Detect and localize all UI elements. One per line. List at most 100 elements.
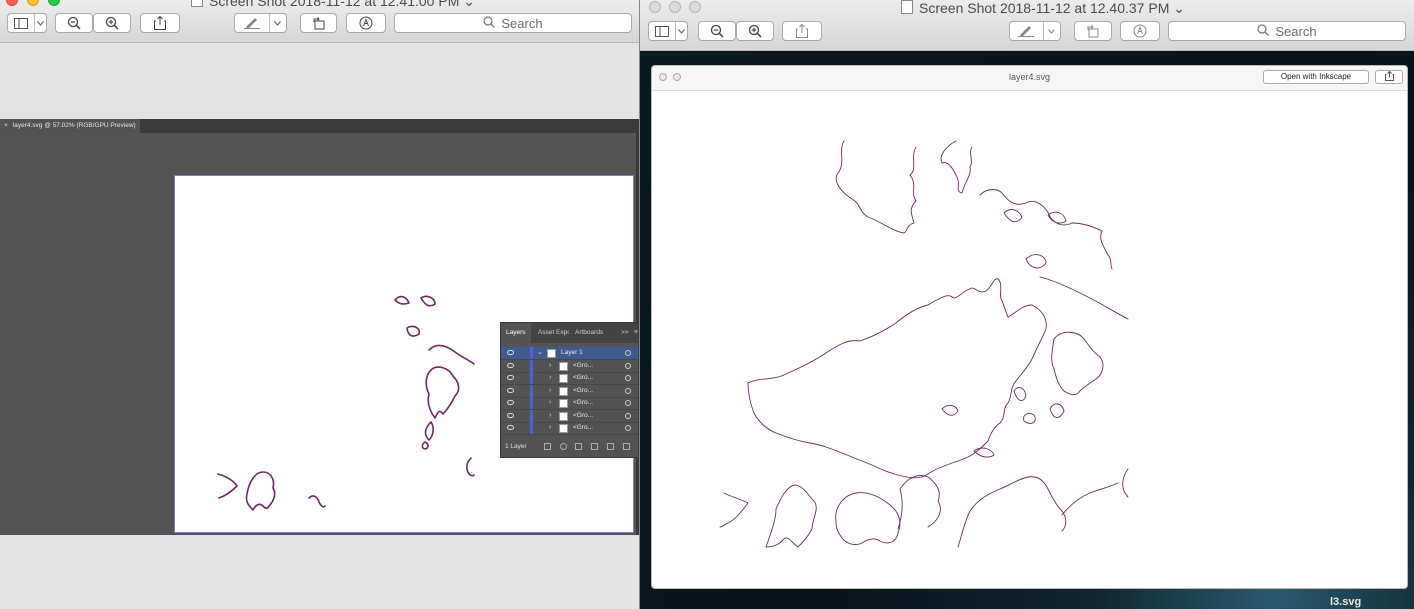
sidebar-toggle-button[interactable] [7,13,47,33]
panel-expand-icon[interactable]: >> [621,323,629,343]
visibility-eye-icon[interactable] [507,400,514,405]
target-circle-icon[interactable] [625,412,631,419]
group-row[interactable]: › <Gro... [501,384,638,398]
artwork-path [217,473,238,499]
minimize-window-button[interactable] [669,1,681,13]
document-tab[interactable]: × layer4.svg @ 57.02% (RGB/GPU Preview) [0,119,140,133]
artwork-path [765,484,817,548]
zoom-out-button[interactable] [55,13,93,33]
artwork-path [406,325,421,337]
visibility-eye-icon[interactable] [507,425,514,430]
quicklook-header: layer4.svg Open with Inkscape [652,66,1407,91]
window-title-text: Screen Shot 2018-11-12 at 12.41.00 PM [209,0,460,9]
artwork-path [1023,412,1036,424]
annotate-button[interactable] [1120,21,1160,41]
visibility-eye-icon[interactable] [507,350,514,355]
artwork-path [245,471,276,511]
zoom-out-button[interactable] [698,21,736,41]
artwork-path [835,140,917,234]
svg-preview-artwork [719,140,1129,548]
zoom-window-button[interactable] [48,0,60,6]
group-row[interactable]: › <Gro... [501,409,638,423]
layer-color-bar [530,384,533,397]
layer-row[interactable]: ⌄ Layer 1 [501,347,638,360]
chevron-down-icon [33,14,46,32]
search-input[interactable]: Search [394,13,632,33]
rotate-button[interactable] [1074,21,1112,41]
visibility-eye-icon[interactable] [507,375,514,380]
target-circle-icon[interactable] [625,362,631,369]
sidebar-toggle-button[interactable] [648,21,688,41]
layers-panel-tabs: Layers Asset Expo Artboards >> ≡ [501,323,638,343]
annotate-icon [1133,24,1147,38]
chevron-down-icon[interactable]: ⌄ [537,349,543,357]
tab-layers[interactable]: Layers [501,323,531,343]
target-circle-icon[interactable] [625,387,631,394]
search-placeholder: Search [1275,23,1317,39]
chevron-right-icon[interactable]: › [549,387,551,395]
markup-button[interactable] [234,13,287,33]
chevron-right-icon[interactable]: › [549,362,551,370]
annotate-button[interactable] [346,13,386,33]
group-row[interactable]: › <Gro... [501,397,638,410]
rotate-button[interactable] [300,13,337,33]
minimize-window-button[interactable] [27,0,39,6]
left-preview-window: Screen Shot 2018-11-12 at 12.41.00 PM ⌄ [0,0,639,609]
open-with-inkscape-button[interactable]: Open with Inkscape [1263,70,1369,84]
layer-thumbnail [547,349,556,358]
quicklook-close-button[interactable] [659,73,667,81]
zoom-window-button[interactable] [689,1,701,13]
search-placeholder: Search [501,15,543,31]
group-row[interactable]: › <Gro... [501,359,638,373]
markup-button[interactable] [1009,21,1061,41]
target-circle-icon[interactable] [625,425,631,431]
new-sublayer-icon[interactable] [591,443,598,450]
close-window-button[interactable] [649,1,661,13]
chevron-down-icon [1042,22,1060,40]
clipping-mask-icon[interactable] [575,443,582,450]
chevron-right-icon[interactable]: › [549,424,551,432]
window-title-text: Screen Shot 2018-11-12 at 12.40.37 PM [919,0,1170,16]
layer-name: <Gro... [573,424,594,431]
svg-preview[interactable] [652,91,1407,588]
target-circle-icon[interactable] [625,350,631,356]
annotate-icon [359,16,373,30]
layer-thumbnail [559,386,568,396]
share-button[interactable] [140,13,180,33]
chevron-right-icon[interactable]: › [549,412,551,420]
search-icon [1257,23,1270,39]
tab-artboards[interactable]: Artboards [575,323,611,343]
chevron-down-icon [268,14,286,32]
chevron-right-icon[interactable]: › [549,374,551,382]
zoom-in-button[interactable] [93,13,131,33]
quicklook-share-button[interactable] [1375,70,1403,84]
artwork-path [1122,468,1129,498]
trash-icon[interactable] [623,443,630,450]
target-circle-icon[interactable] [625,400,631,406]
group-row[interactable]: › <Gro... [501,372,638,385]
search-input[interactable]: Search [1168,21,1406,41]
visibility-eye-icon[interactable] [507,362,514,368]
layer-thumbnail [559,399,568,408]
chevron-right-icon[interactable]: › [549,399,551,407]
locate-object-icon[interactable] [560,443,567,450]
new-layer-icon[interactable] [607,443,614,450]
export-icon[interactable] [544,443,551,450]
artwork-path [466,457,475,477]
share-button[interactable] [782,21,822,41]
quicklook-fullscreen-button[interactable] [673,73,681,81]
zoom-in-button[interactable] [736,21,774,41]
artwork-path [940,140,973,194]
share-icon [796,24,808,38]
visibility-eye-icon[interactable] [507,412,514,418]
layers-panel: Layers Asset Expo Artboards >> ≡ ⌄ Layer … [500,322,639,458]
target-circle-icon[interactable] [625,375,631,381]
visibility-eye-icon[interactable] [507,387,514,393]
artwork-path [394,295,410,305]
artwork-path [973,447,995,458]
tab-asset-export[interactable]: Asset Expo [538,323,569,343]
group-row[interactable]: › <Gro... [501,422,638,435]
panel-menu-icon[interactable]: ≡ [634,323,638,343]
close-window-button[interactable] [6,0,18,6]
close-tab-icon[interactable]: × [4,122,8,129]
